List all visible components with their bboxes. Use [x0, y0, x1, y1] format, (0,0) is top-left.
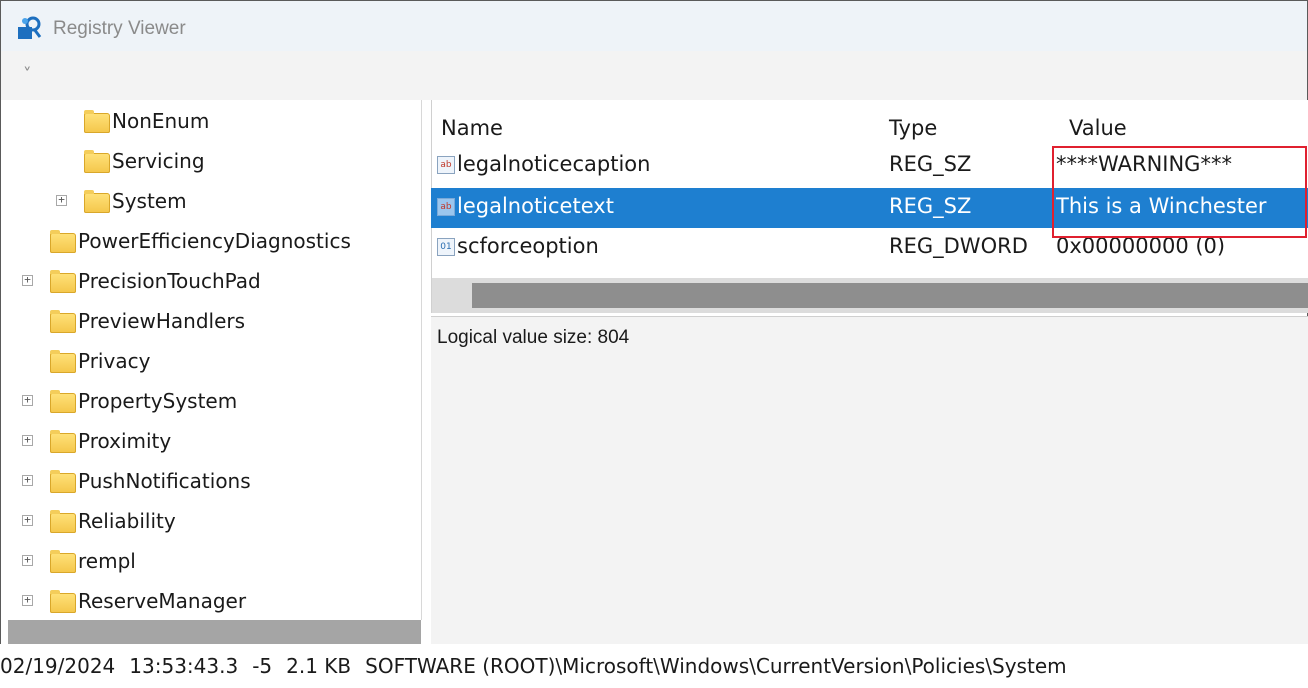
values-horizontal-scrollbar[interactable]: [472, 283, 1308, 308]
value-data: ****WARNING***: [1056, 152, 1232, 176]
tree-node-pushnotifications[interactable]: + PushNotifications: [8, 465, 421, 503]
value-type: REG_SZ: [889, 152, 972, 176]
string-value-icon: ab: [437, 156, 455, 174]
menu-expand-chevron-icon[interactable]: ˅: [23, 65, 32, 85]
value-name: scforceoption: [457, 234, 599, 258]
registry-tree[interactable]: NonEnum Servicing + System PowerEfficien…: [8, 100, 422, 620]
status-bar: 02/19/2024 13:53:43.3 -5 2.1 KB SOFTWARE (RO…: [0, 644, 1308, 688]
tree-node-label: PreviewHandlers: [78, 309, 246, 333]
tree-node-precisiontouchpad[interactable]: + PrecisionTouchPad: [8, 265, 421, 303]
expand-plus-icon[interactable]: +: [22, 274, 33, 286]
tree-node-rempl[interactable]: + rempl: [8, 545, 421, 583]
folder-icon: [50, 350, 76, 373]
folder-icon: [84, 190, 110, 213]
expand-plus-icon[interactable]: +: [56, 194, 67, 206]
tree-node-label: PrecisionTouchPad: [78, 269, 261, 293]
tree-node-label: Proximity: [78, 429, 172, 453]
registry-viewer-logo-icon: [18, 16, 42, 39]
folder-icon: [50, 430, 76, 453]
expand-plus-icon[interactable]: +: [22, 594, 33, 606]
expand-plus-icon[interactable]: +: [22, 474, 33, 486]
folder-icon: [50, 310, 76, 333]
folder-icon: [50, 590, 76, 613]
column-header-value[interactable]: Value: [1069, 116, 1127, 140]
expand-plus-icon[interactable]: +: [22, 394, 33, 406]
status-size: 2.1 KB: [286, 654, 352, 678]
window-title: Registry Viewer: [53, 18, 186, 39]
tree-node-label: Privacy: [78, 349, 151, 373]
value-data: 0x00000000 (0): [1056, 234, 1226, 258]
value-type: REG_DWORD: [889, 234, 1028, 258]
tree-node-reliability[interactable]: + Reliability: [8, 505, 421, 543]
expand-plus-icon[interactable]: +: [22, 434, 33, 446]
column-header-type[interactable]: Type: [889, 116, 937, 140]
tree-node-label: Reliability: [78, 509, 176, 533]
tree-node-system[interactable]: + System: [8, 185, 421, 223]
tree-node-privacy[interactable]: Privacy: [8, 345, 421, 383]
status-date: 02/19/2024: [0, 654, 116, 678]
value-data: This is a Winchester: [1056, 194, 1267, 218]
folder-icon: [84, 150, 110, 173]
status-text: 02/19/2024 13:53:43.3 -5 2.1 KB SOFTWARE (RO…: [0, 654, 1081, 678]
expand-plus-icon[interactable]: +: [22, 514, 33, 526]
tree-node-nonenum[interactable]: NonEnum: [8, 105, 421, 143]
value-name: legalnoticecaption: [457, 152, 651, 176]
tree-node-label: PropertySystem: [78, 389, 238, 413]
folder-icon: [50, 390, 76, 413]
value-type: REG_SZ: [889, 194, 972, 218]
folder-icon: [50, 270, 76, 293]
status-timezone-offset: -5: [252, 654, 273, 678]
tree-node-label: ReserveManager: [78, 589, 247, 613]
folder-icon: [50, 470, 76, 493]
tree-node-label: PowerEfficiencyDiagnostics: [78, 229, 351, 253]
status-time: 13:53:43.3: [129, 654, 239, 678]
tree-node-reservemanager[interactable]: + ReserveManager: [8, 585, 421, 620]
folder-icon: [84, 110, 110, 133]
logical-value-size: Logical value size: 804: [437, 327, 630, 348]
value-name: legalnoticetext: [457, 194, 614, 218]
value-row-legalnoticecaption[interactable]: ab legalnoticecaption REG_SZ ****WARNING…: [431, 146, 1308, 186]
value-row-scforceoption[interactable]: 01 scforceoption REG_DWORD 0x00000000 (0…: [431, 228, 1308, 268]
tree-node-propertysystem[interactable]: + PropertySystem: [8, 385, 421, 423]
tree-node-servicing[interactable]: Servicing: [8, 145, 421, 183]
folder-icon: [50, 510, 76, 533]
folder-icon: [50, 550, 76, 573]
title-bar: Registry Viewer: [1, 1, 1307, 51]
menu-bar: [1, 51, 1307, 100]
value-info-panel: Logical value size: 804: [431, 316, 1308, 645]
value-row-legalnoticetext[interactable]: ab legalnoticetext REG_SZ This is a Winc…: [431, 188, 1308, 228]
status-key-path: SOFTWARE (ROOT)\Microsoft\Windows\Curren…: [365, 654, 1067, 678]
folder-icon: [50, 230, 76, 253]
tree-node-label: Servicing: [112, 149, 205, 173]
tree-node-previewhandlers[interactable]: PreviewHandlers: [8, 305, 421, 343]
tree-node-label: NonEnum: [112, 109, 210, 133]
tree-node-label: rempl: [78, 549, 136, 573]
tree-node-label: System: [112, 189, 187, 213]
string-value-icon: ab: [437, 198, 455, 216]
expand-plus-icon[interactable]: +: [22, 554, 33, 566]
tree-node-powerefficiencydiagnostics[interactable]: PowerEfficiencyDiagnostics: [8, 225, 421, 263]
column-header-name[interactable]: Name: [441, 116, 503, 140]
tree-horizontal-scrollbar[interactable]: [8, 620, 421, 644]
dword-value-icon: 01: [437, 238, 455, 256]
tree-node-label: PushNotifications: [78, 469, 251, 493]
tree-node-proximity[interactable]: + Proximity: [8, 425, 421, 463]
